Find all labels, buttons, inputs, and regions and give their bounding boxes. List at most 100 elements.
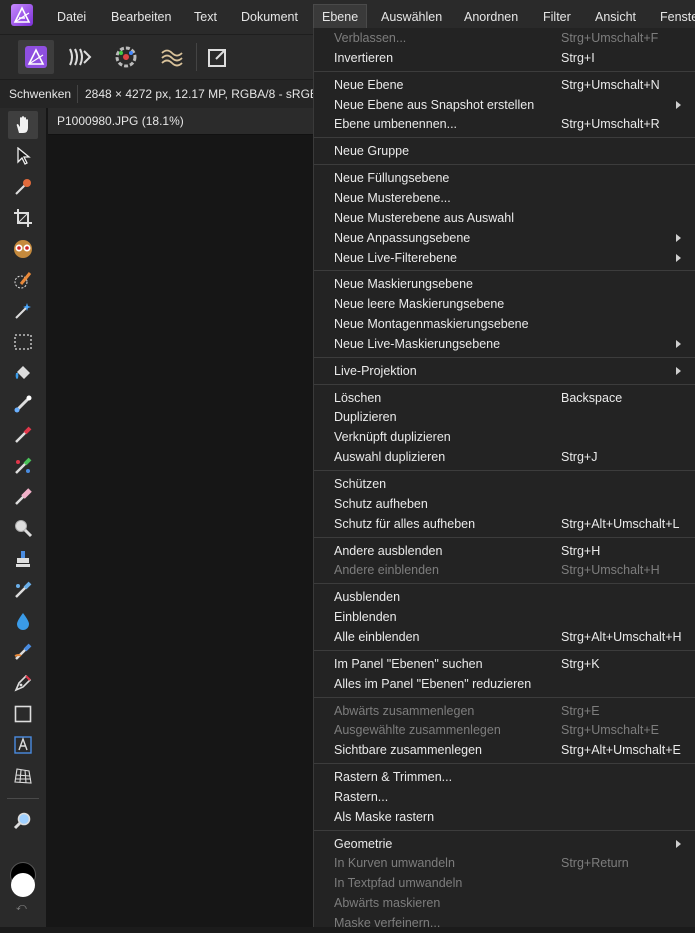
menu-item-label: Auswahl duplizieren xyxy=(334,450,446,465)
liquify-persona-icon[interactable] xyxy=(62,40,98,74)
menu-item[interactable]: Live-Projektion xyxy=(314,361,695,381)
color-replacement-icon[interactable] xyxy=(8,452,38,480)
menu-item-label: Geometrie xyxy=(334,836,393,851)
menu-item: Abwärts zusammenlegen Strg+E xyxy=(314,701,695,721)
menu-item: Ausgewählte zusammenlegen Strg+Umschalt+E xyxy=(314,720,695,740)
menu-item[interactable]: Neue Montagenmaskierungsebene xyxy=(314,314,695,334)
menu-item[interactable]: Auswahl duplizieren Strg+J xyxy=(314,447,695,467)
menu-item: In Kurven umwandeln Strg+Return xyxy=(314,853,695,873)
pen-tool-icon[interactable] xyxy=(8,669,38,697)
menu-separator xyxy=(314,164,695,166)
menu-item-label: Im Panel "Ebenen" suchen xyxy=(334,656,483,671)
menu-datei[interactable]: Datei xyxy=(57,0,86,34)
menu-item-shortcut: Strg+Umschalt+R xyxy=(561,117,660,132)
menu-item[interactable]: Im Panel "Ebenen" suchen Strg+K xyxy=(314,654,695,674)
red-eye-tool-icon[interactable] xyxy=(8,235,38,263)
menu-item-label: Neue Live-Filterebene xyxy=(334,250,457,265)
photo-persona-icon[interactable] xyxy=(18,40,54,74)
menu-item[interactable]: Einblenden xyxy=(314,607,695,627)
color-picker-icon[interactable] xyxy=(8,173,38,201)
menu-item[interactable]: Neue Musterebene... xyxy=(314,188,695,208)
menu-item[interactable]: Verknüpft duplizieren xyxy=(314,427,695,447)
menu-item[interactable]: Alle einblenden Strg+Alt+Umschalt+H xyxy=(314,627,695,647)
menu-item[interactable]: Andere ausblenden Strg+H xyxy=(314,541,695,561)
blemish-removal-icon[interactable] xyxy=(8,576,38,604)
menu-text[interactable]: Text xyxy=(194,0,217,34)
menu-item[interactable]: Neue Live-Filterebene xyxy=(314,248,695,268)
menu-item: Andere einblenden Strg+Umschalt+H xyxy=(314,560,695,580)
menu-item[interactable]: Sichtbare zusammenlegen Strg+Alt+Umschalt… xyxy=(314,740,695,760)
menu-item-label: Neue Füllungsebene xyxy=(334,171,450,186)
smudge-brush-icon[interactable] xyxy=(8,638,38,666)
selection-brush-icon[interactable] xyxy=(8,266,38,294)
menu-item[interactable]: Neue Füllungsebene xyxy=(314,168,695,188)
menu-item[interactable]: Als Maske rastern xyxy=(314,807,695,827)
gradient-tool-icon[interactable] xyxy=(8,390,38,418)
menu-item-label: Neue Ebene xyxy=(334,77,404,92)
menu-item-label: Neue Musterebene... xyxy=(334,190,451,205)
dodge-brush-icon[interactable] xyxy=(8,514,38,542)
menu-item[interactable]: Neue Ebene aus Snapshot erstellen xyxy=(314,95,695,115)
persona-toolbar xyxy=(0,34,313,79)
current-tool-label: Schwenken xyxy=(9,87,72,101)
menu-separator xyxy=(314,696,695,698)
menu-item[interactable]: Neue Live-Maskierungsebene xyxy=(314,334,695,354)
menu-item[interactable]: Ebene umbenennen... Strg+Umschalt+R xyxy=(314,114,695,134)
menu-item[interactable]: Schützen xyxy=(314,474,695,494)
magic-wand-icon[interactable] xyxy=(8,297,38,325)
swap-colors-icon[interactable]: ⤺ xyxy=(16,902,27,913)
menu-item: Abwärts maskieren xyxy=(314,893,695,913)
menu-item[interactable]: Löschen Backspace xyxy=(314,388,695,408)
menu-item[interactable]: Invertieren Strg+I xyxy=(314,48,695,68)
menu-item[interactable]: Neue Anpassungsebene xyxy=(314,228,695,248)
ebene-dropdown-menu: Verblassen... Strg+Umschalt+F Invertieren S… xyxy=(313,28,695,930)
blur-brush-icon[interactable] xyxy=(8,607,38,635)
menu-item[interactable]: Neue leere Maskierungsebene xyxy=(314,294,695,314)
menu-item-label: Alle einblenden xyxy=(334,629,420,644)
menu-item[interactable]: Geometrie xyxy=(314,834,695,854)
menu-item[interactable]: Neue Ebene Strg+Umschalt+N xyxy=(314,75,695,95)
menu-item-label: Neue Anpassungsebene xyxy=(334,230,471,245)
menu-item[interactable]: Neue Gruppe xyxy=(314,141,695,161)
export-persona-icon[interactable] xyxy=(200,40,236,74)
clone-brush-icon[interactable] xyxy=(8,545,38,573)
menu-item-label: In Textpfad umwandeln xyxy=(334,876,463,891)
menu-item[interactable]: Schutz für alles aufheben Strg+Alt+Umscha… xyxy=(314,514,695,534)
tone-mapping-persona-icon[interactable] xyxy=(154,40,190,74)
menu-item[interactable]: Schutz aufheben xyxy=(314,494,695,514)
marquee-tool-icon[interactable] xyxy=(8,328,38,356)
menu-item-shortcut: Strg+Alt+Umschalt+E xyxy=(561,743,681,758)
menu-item[interactable]: Duplizieren xyxy=(314,407,695,427)
menu-item[interactable]: Ausblenden xyxy=(314,587,695,607)
paint-brush-icon[interactable] xyxy=(8,421,38,449)
move-tool-icon[interactable] xyxy=(8,142,38,170)
menu-item-label: Invertieren xyxy=(334,50,394,65)
flood-fill-icon[interactable] xyxy=(8,359,38,387)
context-separator xyxy=(77,85,78,103)
document-tab[interactable]: P1000980.JPG (18.1%) xyxy=(48,108,313,135)
menu-item[interactable]: Rastern & Trimmen... xyxy=(314,767,695,787)
hand-tool-icon[interactable] xyxy=(8,111,38,139)
persona-separator xyxy=(196,43,197,71)
menu-dokument[interactable]: Dokument xyxy=(241,0,298,34)
zoom-tool-icon[interactable] xyxy=(8,807,38,835)
develop-persona-icon[interactable] xyxy=(108,40,144,74)
menu-item[interactable]: Rastern... xyxy=(314,787,695,807)
mesh-warp-icon[interactable] xyxy=(8,762,38,790)
menu-item[interactable]: Alles im Panel "Ebenen" reduzieren xyxy=(314,674,695,694)
menu-item[interactable]: Neue Maskierungsebene xyxy=(314,274,695,294)
document-canvas-area[interactable]: P1000980.JPG (18.1%) xyxy=(46,108,313,927)
menu-bearbeiten[interactable]: Bearbeiten xyxy=(111,0,171,34)
erase-brush-icon[interactable] xyxy=(8,483,38,511)
menu-separator xyxy=(314,763,695,765)
primary-color-swatch[interactable] xyxy=(11,873,35,897)
rectangle-tool-icon[interactable] xyxy=(8,700,38,728)
menu-separator xyxy=(314,137,695,139)
menu-item-label: Schutz aufheben xyxy=(334,496,428,511)
affinity-photo-logo-icon[interactable] xyxy=(11,4,33,26)
menu-item-shortcut: Strg+K xyxy=(561,656,600,671)
menu-item[interactable]: Neue Musterebene aus Auswahl xyxy=(314,208,695,228)
menu-item: Maske verfeinern... xyxy=(314,913,695,933)
crop-tool-icon[interactable] xyxy=(8,204,38,232)
artistic-text-icon[interactable] xyxy=(8,731,38,759)
